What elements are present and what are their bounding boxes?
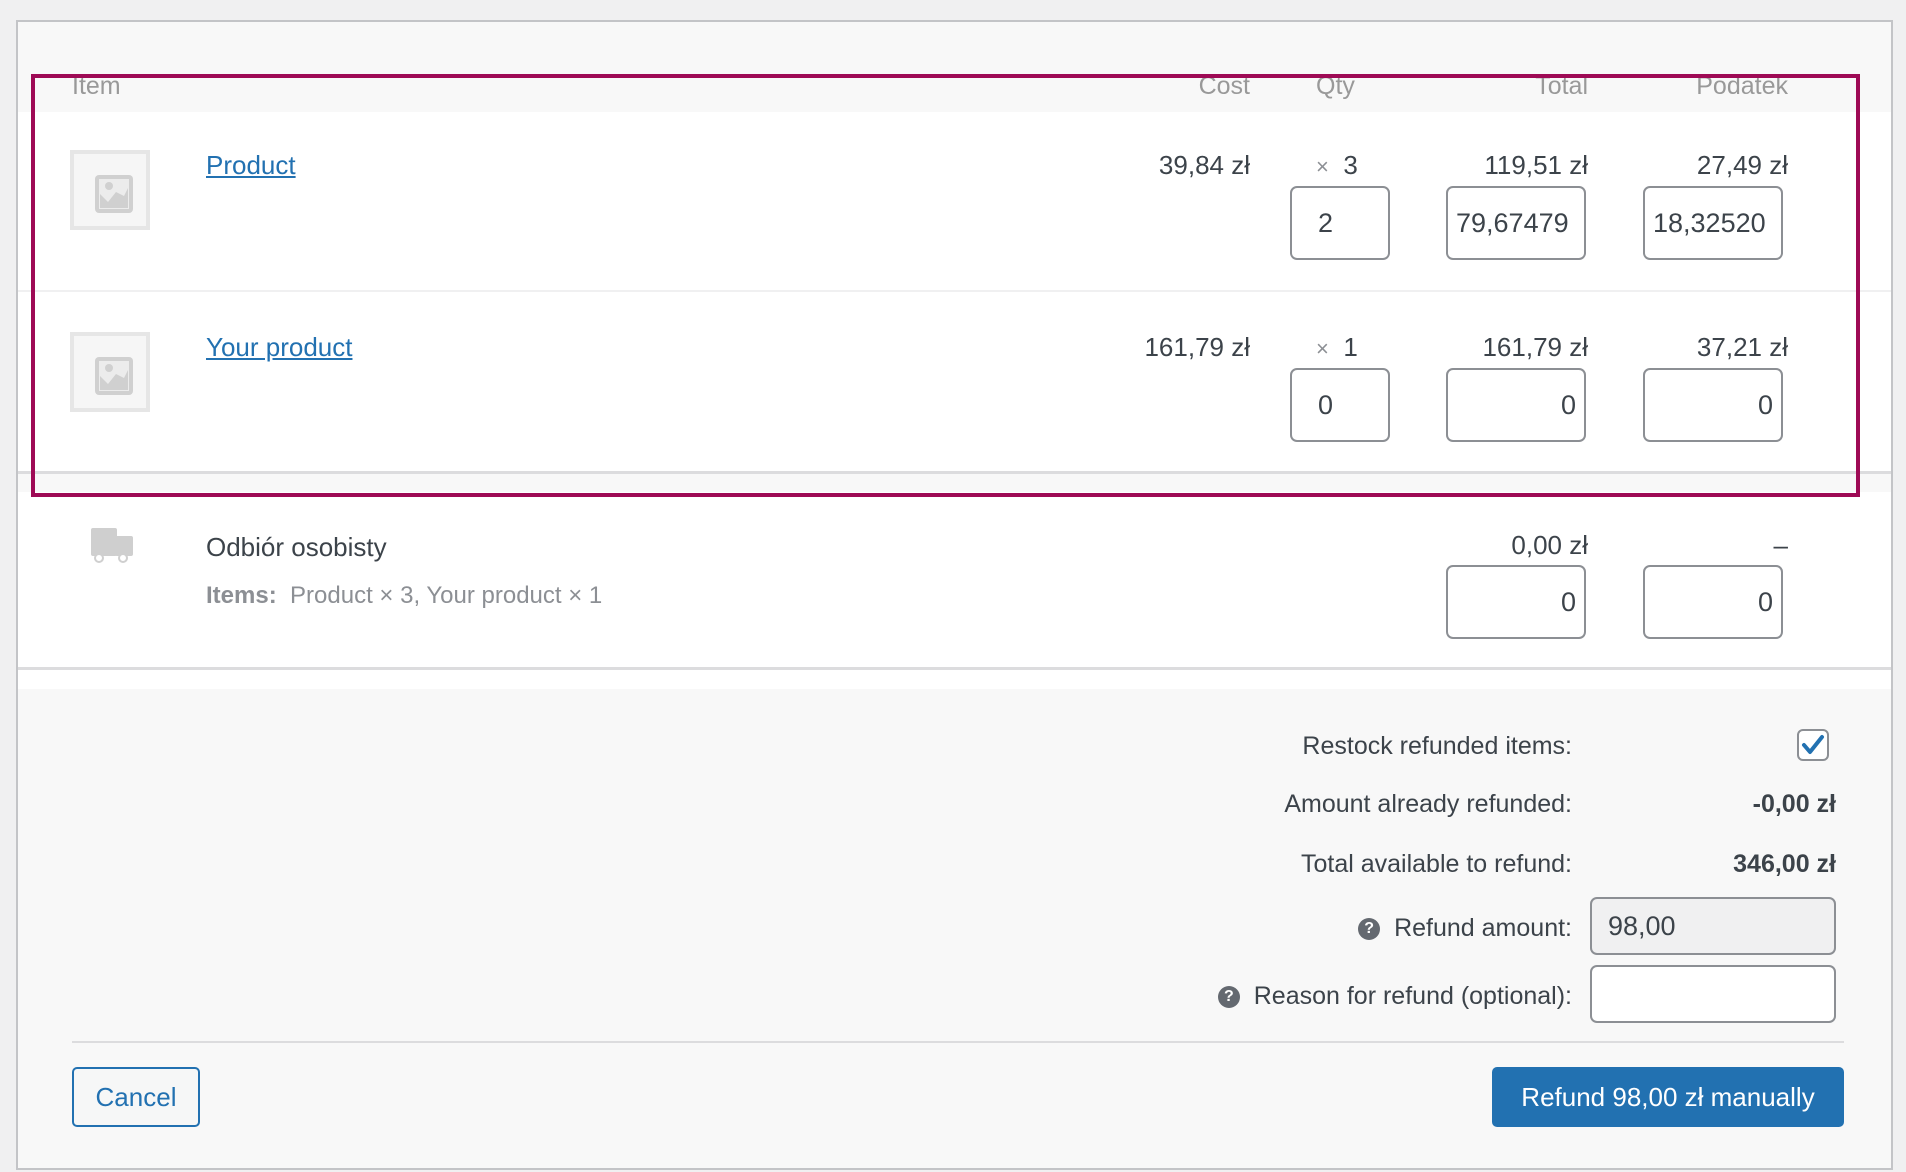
available-to-refund-label: Total available to refund: [1300, 850, 1572, 878]
product-thumbnail [70, 150, 150, 230]
shipping-method-name: Odbiór osobisty [206, 532, 387, 562]
image-placeholder-icon [95, 357, 133, 395]
shipping-divider [18, 667, 1891, 670]
shipping-total: 0,00 zł [1511, 530, 1588, 560]
product-link[interactable]: Your product [206, 332, 352, 363]
refund-manually-button[interactable]: Refund 98,00 zł manually [1492, 1067, 1844, 1127]
times-sign: × [1316, 336, 1329, 361]
already-refunded-label: Amount already refunded: [1284, 790, 1572, 818]
cancel-button[interactable]: Cancel [72, 1067, 200, 1127]
header-tax: Podatek [1696, 72, 1788, 100]
product-thumbnail [70, 332, 150, 412]
shipping-refund-tax-input[interactable]: 0 [1643, 565, 1783, 639]
refund-amount-label-wrap: ? Refund amount: [918, 914, 1572, 943]
item-total: 119,51 zł [1484, 150, 1588, 180]
help-icon[interactable]: ? [1358, 918, 1381, 941]
refund-tax-input[interactable]: 0 [1643, 368, 1783, 442]
refund-amount-input[interactable]: 98,00 [1590, 897, 1836, 955]
restock-checkbox[interactable] [1797, 729, 1829, 761]
shipping-items: Items: Product × 3, Your product × 1 [206, 582, 602, 610]
refund-qty-input[interactable]: 2 [1290, 186, 1390, 260]
shipping-items-label: Items: [206, 582, 277, 609]
header-item: Item [72, 72, 121, 100]
header-cost: Cost [1198, 72, 1250, 100]
item-qty: × 1 [1316, 332, 1358, 363]
shipping-items-value: Product × 3, Your product × 1 [290, 582, 603, 609]
restock-label: Restock refunded items: [1302, 732, 1572, 760]
refund-reason-label-wrap: ? Reason for refund (optional): [918, 982, 1572, 1011]
item-tax: 37,21 zł [1696, 332, 1788, 362]
refund-tax-input[interactable]: 18,32520 [1643, 186, 1783, 260]
item-cost: 161,79 zł [1144, 332, 1250, 362]
help-icon[interactable]: ? [1217, 986, 1240, 1009]
checkmark-icon [1802, 735, 1824, 754]
already-refunded-value: -0,00 zł [1752, 790, 1836, 818]
row-divider [18, 290, 1891, 292]
times-sign: × [1316, 154, 1329, 179]
available-to-refund-value: 346,00 zł [1733, 850, 1836, 878]
qty-value: 3 [1343, 150, 1358, 180]
item-cost: 39,84 zł [1158, 150, 1250, 180]
item-tax: 27,49 zł [1696, 150, 1788, 180]
item-total: 161,79 zł [1482, 332, 1588, 362]
actions-divider [72, 1041, 1844, 1043]
refund-qty-input[interactable]: 0 [1290, 368, 1390, 442]
shipping-tax: – [1773, 530, 1788, 560]
refund-reason-label: Reason for refund (optional): [1253, 982, 1572, 1010]
shipping-truck-icon [91, 528, 133, 563]
item-qty: × 3 [1316, 150, 1358, 181]
product-link[interactable]: Product [206, 150, 296, 181]
refund-reason-input[interactable] [1590, 965, 1836, 1023]
divider-band [18, 474, 1891, 492]
refund-panel: Item Cost Qty Total Podatek Product 39,8… [16, 20, 1893, 1170]
refund-total-input[interactable]: 79,67479 [1446, 186, 1586, 260]
qty-value: 1 [1343, 332, 1358, 362]
shipping-refund-total-input[interactable]: 0 [1446, 565, 1586, 639]
header-qty: Qty [1316, 72, 1355, 100]
image-placeholder-icon [95, 175, 133, 213]
header-total: Total [1535, 72, 1588, 100]
refund-amount-label: Refund amount: [1394, 914, 1572, 942]
refund-total-input[interactable]: 0 [1446, 368, 1586, 442]
